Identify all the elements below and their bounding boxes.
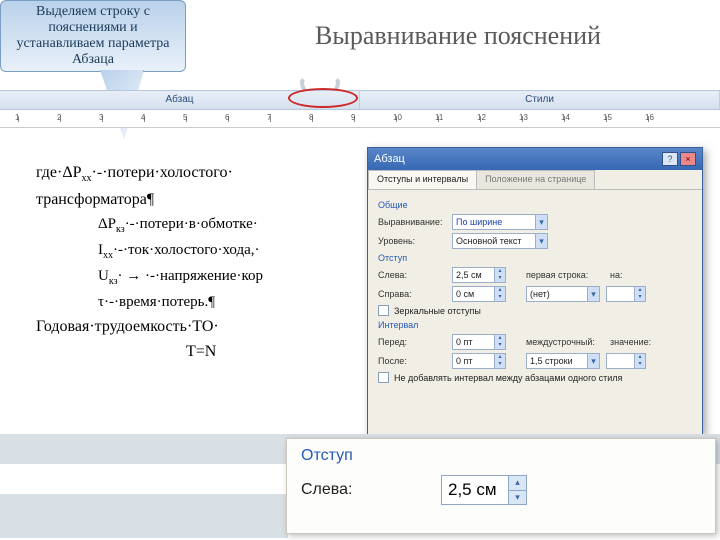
indent-left-label: Слева: [378, 270, 446, 280]
close-icon[interactable]: × [680, 152, 696, 166]
group-general-label: Общие [378, 200, 692, 210]
dialog-title-text: Абзац [374, 153, 405, 165]
indent-right-spinner[interactable]: 0 см▴▾ [452, 286, 506, 302]
chevron-down-icon: ▾ [587, 354, 599, 368]
step-up-icon[interactable]: ▴ [494, 287, 505, 294]
mirror-indents-label: Зеркальные отступы [394, 306, 481, 316]
chevron-down-icon: ▾ [535, 234, 547, 248]
first-on-label: на: [610, 270, 632, 280]
space-after-spinner[interactable]: 0 пт▴▾ [452, 353, 506, 369]
step-up-icon[interactable]: ▴ [508, 476, 526, 491]
paragraph-dialog: Абзац ? × Отступы и интервалы Положение … [367, 147, 703, 435]
first-line-select[interactable]: (нет)▾ [526, 286, 600, 302]
indent-right-label: Справа: [378, 289, 446, 299]
alignment-label: Выравнивание: [378, 217, 446, 227]
indent-left-spinner[interactable]: 2,5 см▴▾ [452, 267, 506, 283]
chevron-down-icon: ▾ [535, 215, 547, 229]
ribbon-bar: Абзац Стили [0, 90, 720, 110]
callout-bubble: Выделяем строку с пояснениями и устанавл… [0, 0, 186, 72]
level-select[interactable]: Основной текст▾ [452, 233, 548, 249]
slide-title: Выравнивание пояснений [186, 0, 720, 72]
step-up-icon[interactable]: ▴ [494, 268, 505, 275]
alignment-select[interactable]: По ширине▾ [452, 214, 548, 230]
zoom-left-label: Слева: [301, 481, 401, 499]
ribbon-group-styles[interactable]: Стили [360, 91, 720, 109]
first-line-on-spinner[interactable]: ▴▾ [606, 286, 646, 302]
line-spacing-select[interactable]: 1,5 строки▾ [526, 353, 600, 369]
value-label: значение: [610, 337, 656, 347]
space-before-spinner[interactable]: 0 пт▴▾ [452, 334, 506, 350]
space-after-label: После: [378, 356, 446, 366]
dialog-titlebar[interactable]: Абзац ? × [368, 148, 702, 170]
indent-zoom-panel: Отступ Слева: 2,5 см ▴▾ [286, 438, 716, 534]
line-spacing-value-spinner[interactable]: ▴▾ [606, 353, 646, 369]
horizontal-ruler[interactable]: 12345678910111213141516 [0, 110, 720, 128]
highlight-circle-icon [288, 88, 358, 108]
zoom-group-label: Отступ [301, 447, 701, 465]
group-indent-label: Отступ [378, 253, 692, 263]
callout-text: Выделяем строку с пояснениями и устанавл… [7, 4, 179, 68]
doc-text: где·ΔР [36, 164, 82, 181]
page-break-strip [0, 494, 288, 538]
dialog-help-button[interactable]: ? [662, 152, 678, 166]
line-spacing-label: междустрочный: [526, 337, 604, 347]
group-spacing-label: Интервал [378, 320, 692, 330]
step-down-icon[interactable]: ▾ [494, 275, 505, 282]
mirror-indents-checkbox[interactable] [378, 305, 389, 316]
chevron-down-icon: ▾ [587, 287, 599, 301]
step-down-icon[interactable]: ▾ [508, 491, 526, 505]
space-before-label: Перед: [378, 337, 446, 347]
no-add-space-checkbox[interactable] [378, 372, 389, 383]
first-line-label: первая строка: [526, 270, 604, 280]
tab-indents-spacing[interactable]: Отступы и интервалы [368, 170, 477, 189]
zoom-indent-left-spinner[interactable]: 2,5 см ▴▾ [441, 475, 527, 505]
step-down-icon[interactable]: ▾ [494, 294, 505, 301]
zoom-indent-left-value: 2,5 см [448, 480, 497, 500]
tab-page-position[interactable]: Положение на странице [476, 170, 595, 189]
no-add-space-label: Не добавлять интервал между абзацами одн… [394, 373, 622, 383]
level-label: Уровень: [378, 236, 446, 246]
